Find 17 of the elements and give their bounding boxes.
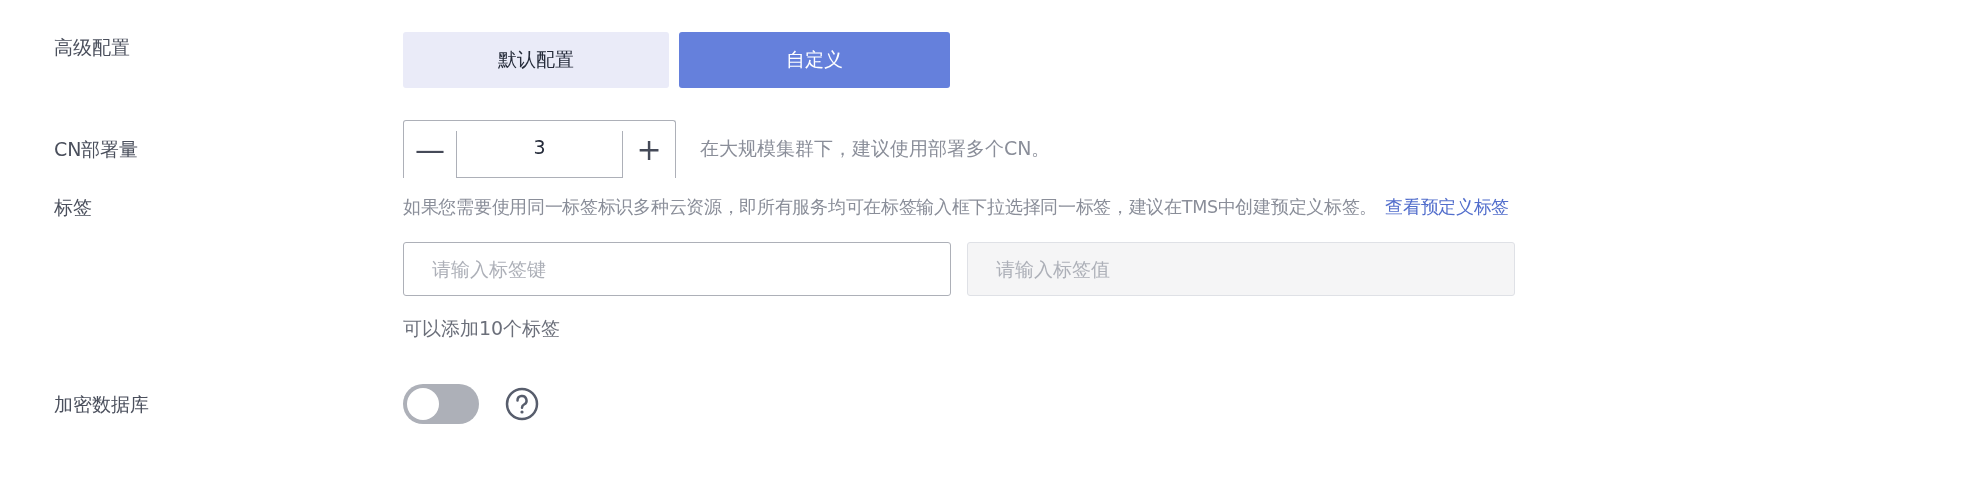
toggle-switch[interactable] <box>403 384 479 424</box>
number-stepper[interactable]: — 3 + <box>403 120 676 178</box>
segment-option[interactable]: 默认配置 <box>403 32 669 88</box>
tag-description: 如果您需要使用同一标签标识多种云资源，即所有服务均可在标签输入框下拉选择同一标签，建议在TMS中创建预定义标签。 查看预定义标签 <box>403 196 1510 219</box>
predefined-tags-link[interactable]: 查看预定义标签 <box>1385 197 1509 217</box>
tag-limit-note: 可以添加10个标签 <box>403 316 562 341</box>
segment-option[interactable]: 自定义 <box>679 32 950 88</box>
increment-button[interactable]: + <box>623 121 675 178</box>
field-label: 标签 <box>54 195 93 220</box>
field-label: CN部署量 <box>54 137 140 162</box>
tag-key-input[interactable]: 请输入标签键 <box>403 242 951 296</box>
number-input[interactable]: 3 <box>456 131 623 178</box>
field-label: 高级配置 <box>54 35 131 60</box>
decrement-button[interactable]: — <box>404 121 456 178</box>
field-label: 加密数据库 <box>54 392 150 417</box>
hint-text: 在大规模集群下，建议使用部署多个CN。 <box>700 136 1051 161</box>
help-icon[interactable] <box>505 387 539 421</box>
